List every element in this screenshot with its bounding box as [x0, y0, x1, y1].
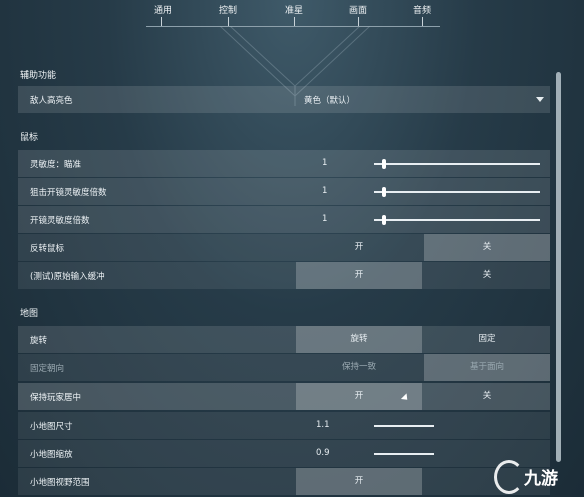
fixed-direction-facing-button[interactable]: 基于面向: [424, 354, 550, 381]
invert-mouse-on-button[interactable]: 开: [296, 234, 422, 261]
tab-audio[interactable]: 音频: [413, 3, 431, 16]
scrollbar[interactable]: [556, 72, 561, 462]
slider-track[interactable]: [374, 219, 540, 221]
sens-scope-value: 1: [322, 214, 328, 224]
watermark-logo: 九游: [492, 458, 582, 494]
slider-track[interactable]: [374, 191, 540, 193]
minimap-zoom-value: 0.9: [316, 448, 330, 458]
row-invert-mouse: 反转鼠标 开 关: [18, 234, 550, 261]
row-keep-center: 保持玩家居中 开 关: [18, 383, 550, 410]
slider-thumb[interactable]: [382, 187, 386, 197]
minimap-zoom-label: 小地图缩放: [30, 450, 73, 460]
sens-sniper-slider[interactable]: 1: [296, 178, 550, 205]
rotate-fixed-button[interactable]: 固定: [424, 326, 550, 353]
row-rotate: 旋转 旋转 固定: [18, 326, 550, 353]
section-mouse: 鼠标: [20, 133, 39, 143]
sens-scope-label: 开镜灵敏度倍数: [30, 216, 90, 226]
keep-center-off-button[interactable]: 关: [424, 383, 550, 410]
row-fixed-direction: 固定朝向 保持一致 基于面向: [18, 354, 550, 381]
enemy-highlight-dropdown[interactable]: 黄色（默认）: [296, 86, 550, 113]
section-accessibility: 辅助功能: [20, 71, 57, 81]
slider-thumb[interactable]: [382, 159, 386, 169]
slider-track[interactable]: [374, 163, 540, 165]
tab-display[interactable]: 画面: [349, 3, 367, 16]
enemy-highlight-value: 黄色（默认）: [304, 96, 356, 106]
row-sens-scope: 开镜灵敏度倍数 1: [18, 206, 550, 233]
tab-general[interactable]: 通用: [154, 3, 172, 16]
minimap-size-slider[interactable]: 1.1: [296, 412, 550, 439]
sens-aim-label: 灵敏度：瞄准: [30, 160, 82, 170]
minimap-view-label: 小地图视野范围: [30, 478, 90, 488]
tab-crosshair[interactable]: 准星: [285, 3, 303, 16]
invert-mouse-off-button[interactable]: 关: [424, 234, 550, 261]
sens-sniper-label: 狙击开镜灵敏度倍数: [30, 188, 107, 198]
logo-mark-icon: [494, 460, 524, 494]
row-sens-aim: 灵敏度：瞄准 1: [18, 150, 550, 177]
raw-input-label: (测试)原始输入缓冲: [30, 272, 105, 282]
tab-tick: [294, 17, 295, 26]
row-minimap-size: 小地图尺寸 1.1: [18, 412, 550, 439]
slider-track[interactable]: [374, 453, 434, 455]
sens-aim-value: 1: [322, 158, 328, 168]
slider-track[interactable]: [374, 425, 434, 427]
slider-thumb[interactable]: [382, 215, 386, 225]
tab-tick: [228, 17, 229, 26]
invert-mouse-label: 反转鼠标: [30, 244, 65, 254]
fixed-direction-label: 固定朝向: [30, 364, 65, 374]
raw-input-off-button[interactable]: 关: [424, 262, 550, 289]
tab-tick: [161, 17, 162, 26]
section-map: 地图: [20, 309, 39, 319]
minimap-view-on-button[interactable]: 开: [296, 468, 422, 495]
row-sens-sniper: 狙击开镜灵敏度倍数 1: [18, 178, 550, 205]
sens-scope-slider[interactable]: 1: [296, 206, 550, 233]
chevron-down-icon: [536, 97, 544, 102]
tab-controls[interactable]: 控制: [219, 3, 237, 16]
raw-input-on-button[interactable]: 开: [296, 262, 422, 289]
row-enemy-highlight: 敌人高亮色 黄色（默认）: [18, 86, 550, 113]
fixed-direction-consistent-button[interactable]: 保持一致: [296, 354, 422, 381]
minimap-size-label: 小地图尺寸: [30, 422, 73, 432]
sens-aim-slider[interactable]: 1: [296, 150, 550, 177]
row-minimap-zoom: 小地图缩放 0.9: [18, 440, 550, 467]
enemy-highlight-label: 敌人高亮色: [30, 96, 73, 106]
minimap-size-value: 1.1: [316, 420, 330, 430]
tab-tick: [358, 17, 359, 26]
sens-sniper-value: 1: [322, 186, 328, 196]
rotate-rotate-button[interactable]: 旋转: [296, 326, 422, 353]
tab-tick: [422, 17, 423, 26]
watermark-text: 九游: [524, 469, 558, 489]
keep-center-label: 保持玩家居中: [30, 393, 82, 403]
row-raw-input: (测试)原始输入缓冲 开 关: [18, 262, 550, 289]
row-minimap-view: 小地图视野范围 开: [18, 468, 550, 495]
rotate-label: 旋转: [30, 336, 48, 346]
row-bg: [18, 468, 550, 495]
